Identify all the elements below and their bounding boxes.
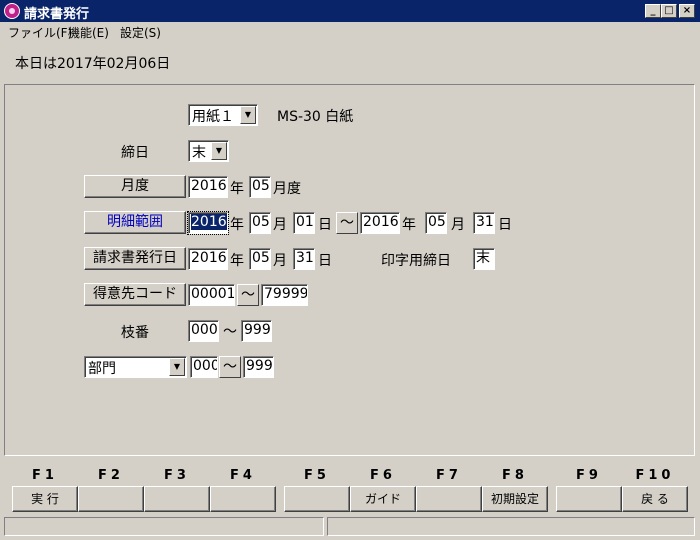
form-panel	[4, 84, 695, 456]
guide-button[interactable]: ガイド	[350, 486, 416, 512]
month-year-input[interactable]: 2016	[188, 176, 228, 198]
customer-to-input[interactable]: 79999	[261, 284, 308, 306]
fkey-label-f4: F4	[230, 468, 256, 483]
detail-from-month-input[interactable]: 05	[249, 212, 271, 234]
print-closing-label: 印字用締日	[381, 253, 451, 269]
paper-description: MS-30 白紙	[277, 109, 354, 125]
f5-button[interactable]	[284, 486, 350, 512]
back-button[interactable]: 戻 る	[622, 486, 688, 512]
range-tilde: ～	[223, 324, 237, 340]
paper-select-value: 用紙１	[192, 109, 234, 125]
range-tilde: ～	[237, 284, 259, 306]
month-unit: 月	[273, 217, 287, 233]
department-to-input[interactable]: 999	[243, 356, 274, 378]
issue-date-label-button[interactable]: 請求書発行日	[84, 247, 186, 270]
year-unit: 年	[230, 253, 244, 269]
minimize-button[interactable]: _	[645, 4, 661, 18]
chevron-down-icon[interactable]: ▼	[211, 142, 227, 160]
fkey-label-f3: F3	[164, 468, 190, 483]
month-month-input[interactable]: 05	[249, 176, 271, 198]
fkey-label-f1: F1	[32, 468, 58, 483]
menu-settings[interactable]: 設定(S)	[120, 24, 161, 41]
chevron-down-icon[interactable]: ▼	[169, 358, 185, 376]
issue-year-input[interactable]: 2016	[188, 248, 228, 270]
close-button[interactable]: ×	[679, 4, 695, 18]
print-closing-input[interactable]: 末	[473, 248, 495, 270]
status-pane-right	[327, 517, 695, 536]
detail-from-day-input[interactable]: 01	[293, 212, 315, 234]
f7-button[interactable]	[416, 486, 482, 512]
menu-file[interactable]: ファイル(F)	[8, 24, 72, 41]
menu-function[interactable]: 機能(E)	[68, 24, 109, 41]
fkey-label-f7: F7	[436, 468, 462, 483]
day-unit: 日	[318, 253, 332, 269]
department-from-input[interactable]: 000	[190, 356, 218, 378]
detail-from-year-input[interactable]: 2016	[187, 211, 229, 235]
detail-range-label-button[interactable]: 明細範囲	[84, 211, 186, 234]
f2-button[interactable]	[78, 486, 144, 512]
branch-to-input[interactable]: 999	[241, 320, 272, 342]
month-unit: 月	[273, 253, 287, 269]
fkey-label-f8: F8	[502, 468, 528, 483]
paper-select[interactable]: 用紙１ ▼	[188, 104, 258, 126]
month-unit: 月	[451, 217, 465, 233]
fkey-label-f5: F5	[304, 468, 330, 483]
range-tilde: ～	[336, 212, 358, 234]
department-select-value: 部門	[88, 361, 116, 377]
menu-bar: ファイル(F) 機能(E) 設定(S)	[0, 22, 700, 40]
title-bar: 請求書発行 _ □ ×	[0, 0, 700, 22]
department-select[interactable]: 部門 ▼	[84, 356, 187, 378]
fkey-label-f6: F6	[370, 468, 396, 483]
f4-button[interactable]	[210, 486, 276, 512]
initial-settings-button[interactable]: 初期設定	[482, 486, 548, 512]
window-title: 請求書発行	[24, 7, 90, 22]
f3-button[interactable]	[144, 486, 210, 512]
today-date: 本日は2017年02月06日	[15, 56, 171, 72]
chevron-down-icon[interactable]: ▼	[240, 106, 256, 124]
year-unit: 年	[230, 181, 244, 197]
month-unit: 月度	[273, 181, 301, 197]
detail-to-year-input[interactable]: 2016	[360, 212, 400, 234]
range-tilde: ～	[219, 356, 241, 378]
detail-from-year-value: 2016	[191, 214, 227, 230]
fkey-label-f2: F2	[98, 468, 124, 483]
customer-code-label-button[interactable]: 得意先コード	[84, 283, 186, 306]
closing-day-select[interactable]: 末 ▼	[188, 140, 229, 162]
closing-day-label: 締日	[121, 145, 149, 161]
status-pane-left	[4, 517, 324, 536]
month-label-button[interactable]: 月度	[84, 175, 186, 198]
year-unit: 年	[230, 217, 244, 233]
day-unit: 日	[498, 217, 512, 233]
app-icon	[4, 3, 20, 19]
maximize-button[interactable]: □	[661, 4, 677, 18]
customer-from-input[interactable]: 00001	[188, 284, 235, 306]
fkey-label-f10: F10	[635, 468, 675, 483]
issue-month-input[interactable]: 05	[249, 248, 271, 270]
detail-to-month-input[interactable]: 05	[425, 212, 447, 234]
issue-day-input[interactable]: 31	[293, 248, 315, 270]
detail-to-day-input[interactable]: 31	[473, 212, 495, 234]
fkey-label-f9: F9	[576, 468, 602, 483]
day-unit: 日	[318, 217, 332, 233]
execute-button[interactable]: 実 行	[12, 486, 78, 512]
closing-day-value: 末	[192, 145, 206, 161]
f9-button[interactable]	[556, 486, 622, 512]
branch-label: 枝番	[121, 325, 149, 341]
branch-from-input[interactable]: 000	[188, 320, 219, 342]
year-unit: 年	[402, 217, 416, 233]
